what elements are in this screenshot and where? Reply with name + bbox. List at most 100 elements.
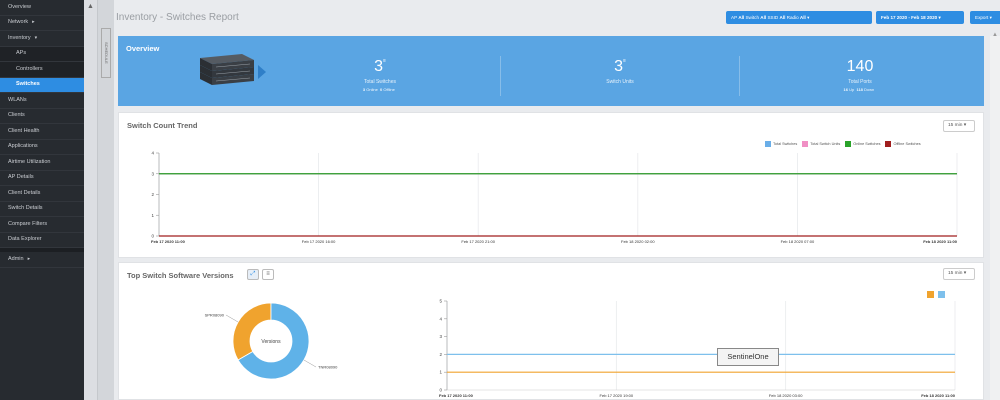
sidebar-item-label: WLANs — [8, 96, 27, 103]
sidebar-item-client-details[interactable]: Client Details — [0, 186, 84, 202]
y-tick-label: 2 — [439, 352, 442, 357]
stat-breakdown: 3 Online 0 Offline — [260, 87, 500, 92]
stat-label: Total Switches — [364, 79, 396, 85]
x-tick-label: Feb 17 2020 21:00 — [461, 239, 495, 244]
stat-breakdown-label: Down — [864, 87, 875, 92]
sidebar-item-network[interactable]: Network ▸ — [0, 16, 84, 31]
chevron-right-icon: ▸ — [27, 255, 31, 262]
chevron-right-icon: ▸ — [32, 19, 35, 25]
sidebar-item-label: APs — [16, 50, 27, 56]
filter-key: Switch — [745, 15, 760, 20]
pie-slice — [232, 302, 272, 361]
stat-breakdown-count: 16 — [843, 87, 848, 92]
switch-count-trend-panel: Switch Count Trend 15 min ▾ Total Switch… — [118, 112, 984, 258]
filter-value: All — [738, 15, 745, 20]
x-tick-label: Feb 17 2020 11:00 — [439, 393, 474, 398]
stat-breakdown-label: Online — [366, 87, 378, 92]
stat-label: Total Ports — [848, 79, 872, 85]
filter-value: All — [760, 15, 767, 20]
stat-breakdown-label: Offline — [383, 87, 395, 92]
sidebar-item-label: Client Details — [8, 189, 41, 196]
filter-key: Radio — [786, 15, 799, 20]
stat-breakdown: 16 Up 118 Down — [740, 87, 980, 92]
chevron-down-icon: ▾ — [963, 271, 967, 276]
sidebar-item-applications[interactable]: Applications — [0, 140, 84, 155]
y-tick-label: 3 — [439, 334, 442, 339]
y-tick-label: 1 — [439, 370, 442, 375]
stat-value: 3≡ — [614, 58, 626, 75]
sidebar-item-data-explorer[interactable]: Data Explorer — [0, 233, 84, 248]
sidebar-item-client-health[interactable]: Client Health — [0, 124, 84, 140]
sidebar-item-compare-filters[interactable]: Compare Filters — [0, 217, 84, 233]
overview-stat: 140 Total Ports 16 Up 118 Down — [740, 58, 980, 92]
filter-key: SSID — [767, 15, 779, 20]
sidebar-item-overview[interactable]: Overview — [0, 0, 84, 16]
legend-swatch — [938, 291, 945, 298]
side-strip: SCHEDULE — [98, 0, 114, 400]
interval-dropdown[interactable]: 15 min ▾ — [943, 268, 975, 280]
sidebar-item-ap-details[interactable]: AP Details — [0, 171, 84, 186]
date-range-button[interactable]: Feb 17 2020 - Feb 18 2020 ▾ — [876, 11, 964, 24]
y-tick-label: 0 — [151, 234, 154, 239]
x-tick-label: Feb 18 2020 11:00 — [921, 393, 956, 398]
sidebar-item-label: AP Details — [8, 174, 34, 180]
versions-trend-chart: 0 1 2 3 4 5 Feb 17 2020 11:00 Feb 17 2020 19:00… — [439, 291, 956, 398]
scroll-up-icon[interactable]: ▲ — [87, 3, 94, 10]
sidebar-item-label: Overview — [8, 3, 31, 10]
scroll-up-icon[interactable]: ▲ — [992, 32, 998, 38]
stat-value: 3≡ — [374, 58, 386, 75]
filter-button[interactable]: AP All Switch All SSID All Radio All ▾ — [726, 11, 872, 24]
pie-label: TNR08090 — [318, 365, 338, 370]
divider — [500, 56, 501, 96]
divider — [739, 56, 740, 96]
sidebar-item-clients[interactable]: Clients — [0, 109, 84, 124]
sidebar-item-aps[interactable]: APs — [0, 46, 84, 62]
y-tick-label: 2 — [151, 192, 154, 197]
x-tick-label: Feb 18 2020 03:00 — [769, 393, 803, 398]
sidebar-item-switch-details[interactable]: Switch Details — [0, 202, 84, 217]
x-tick-label: Feb 17 2020 19:00 — [600, 393, 634, 398]
sidebar-item-label: Compare Filters — [8, 220, 48, 227]
sidebar-item-airtime-utilization[interactable]: Airtime Utilization — [0, 155, 84, 171]
chevron-down-icon: ▾ — [807, 15, 810, 20]
sidebar-item-label: Admin — [8, 255, 24, 262]
x-tick-label: Feb 17 2020 16:00 — [302, 239, 336, 244]
overview-banner: Overview 3≡ Total Switches 3 Online 0 Offl… — [118, 36, 984, 106]
sidebar-item-label: Network — [8, 19, 29, 25]
chart-tooltip: SentinelOne — [717, 348, 779, 366]
export-button[interactable]: Export ▾ — [970, 11, 1000, 24]
sidebar-item-admin[interactable]: Admin ▸ — [0, 252, 84, 268]
stat-breakdown-count: 118 — [856, 87, 863, 92]
switch-stack-image — [200, 54, 254, 85]
list-icon: ≡ — [622, 58, 626, 64]
chevron-down-icon: ▾ — [34, 34, 38, 41]
y-tick-label: 0 — [439, 388, 442, 393]
sidebar-collapse-rail[interactable]: ▲ — [84, 0, 98, 400]
versions-donut-chart: SPR08090 TNR08090 Versions — [205, 302, 338, 380]
overview-stat: 3≡ Total Switches 3 Online 0 Offline — [260, 58, 500, 92]
leader-line — [225, 314, 239, 323]
x-tick-label: Feb 17 2020 11:00 — [151, 239, 186, 244]
overview-stat: 3≡ Switch Units — [500, 58, 740, 85]
software-versions-panel: Top Switch Software Versions ⤢ ≡ 15 min … — [118, 262, 984, 400]
chevron-down-icon: ▾ — [938, 15, 941, 20]
page-scrollbar[interactable]: ▲ — [990, 32, 1000, 400]
x-tick-label: Feb 18 2020 07:00 — [781, 239, 815, 244]
sidebar-item-label: Data Explorer — [8, 236, 42, 242]
x-tick-label: Feb 18 2020 02:00 — [621, 239, 655, 244]
sidebar-item-inventory[interactable]: Inventory ▾ — [0, 31, 84, 47]
sidebar-item-controllers[interactable]: Controllers — [0, 62, 84, 78]
pie-label: SPR08090 — [205, 313, 225, 318]
sidebar-nav: Overview Network ▸ Inventory ▾ APs Controllers… — [0, 0, 84, 400]
filter-value: All — [779, 15, 786, 20]
export-label: Export — [975, 15, 989, 20]
stat-breakdown-count: 0 — [380, 87, 383, 92]
sidebar-item-wlans[interactable]: WLANs — [0, 93, 84, 109]
schedule-tab[interactable]: SCHEDULE — [101, 28, 111, 78]
sidebar-item-label: Switches — [16, 81, 40, 87]
sidebar-item-label: Applications — [8, 143, 38, 149]
y-tick-label: 4 — [439, 316, 442, 321]
y-tick-label: 3 — [151, 171, 154, 176]
overview-title: Overview — [126, 44, 160, 53]
sidebar-item-switches[interactable]: Switches — [0, 77, 84, 93]
